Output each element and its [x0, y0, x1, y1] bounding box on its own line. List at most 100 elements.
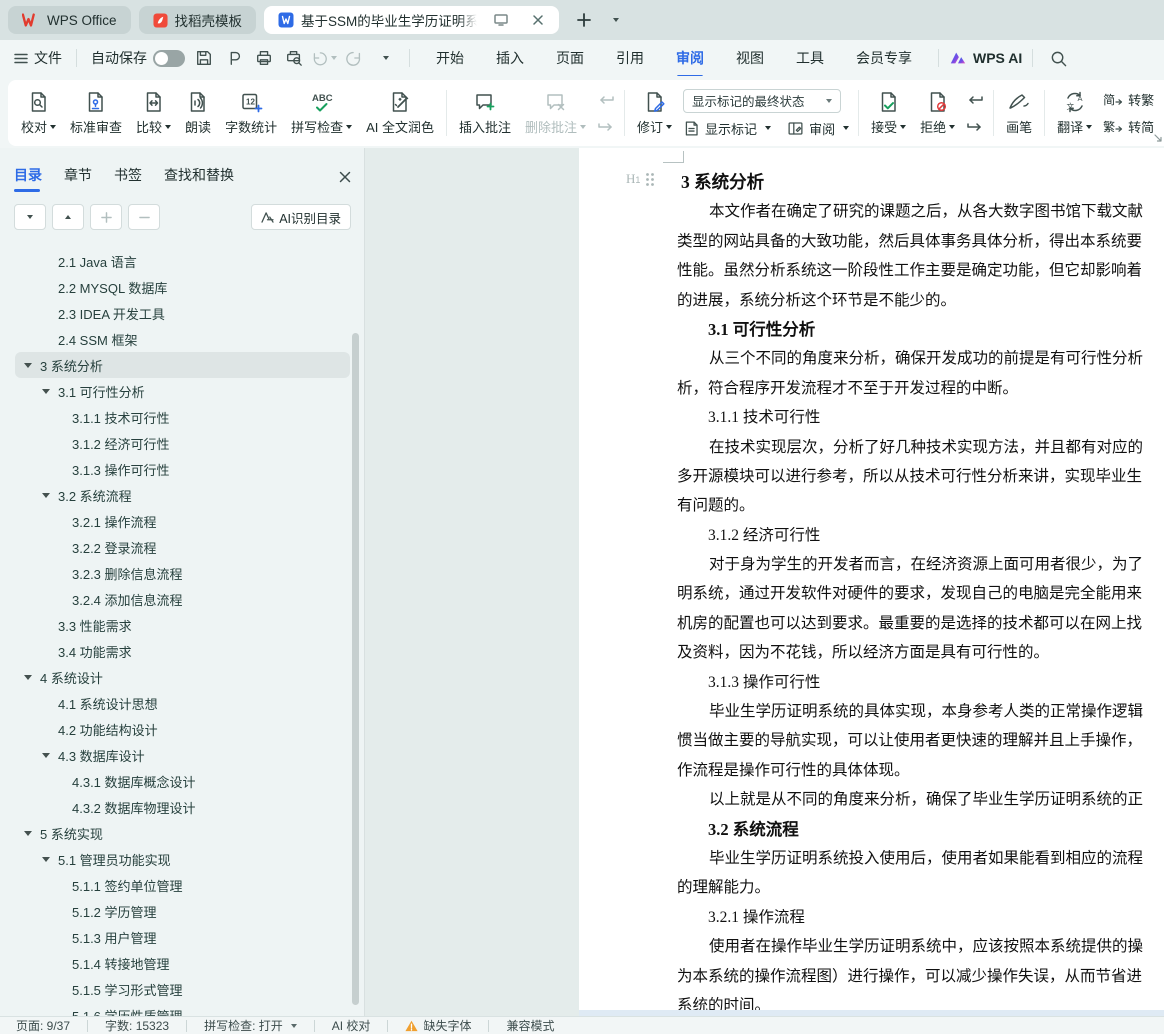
toc-item[interactable]: 4.3.1 数据库概念设计 [0, 768, 365, 794]
sidebar-close-icon[interactable] [339, 171, 351, 183]
toc-caret-icon[interactable] [42, 857, 58, 862]
toc-item[interactable]: 3 系统分析 [15, 352, 350, 378]
doc-line[interactable]: 有问题的。 [677, 491, 1164, 520]
doc-line[interactable]: 本文作者在确定了研究的课题之后，从各大数字图书馆下载文献 [709, 197, 1164, 226]
doc-line[interactable]: 作流程是操作可行性的具体体现。 [677, 756, 1164, 785]
doc-line[interactable]: 类型的网站具备的大致功能，然后具体事务具体分析，得出本系统要 [677, 227, 1164, 256]
menu-tab[interactable]: 审阅 [674, 44, 706, 72]
sidebar-scrollbar[interactable] [352, 333, 359, 1005]
toc-caret-icon[interactable] [24, 675, 40, 680]
group-dialog-launcher-icon[interactable] [1154, 134, 1162, 142]
standard-review-button[interactable]: 标准审查 [63, 87, 129, 139]
toc-item[interactable]: 3.2.3 删除信息流程 [0, 560, 365, 586]
doc-line[interactable]: 3.2 系统流程 [708, 815, 1164, 844]
ink-pen-button[interactable]: 画笔 [999, 87, 1039, 139]
proofread-button[interactable]: 校对 [14, 87, 63, 139]
toc-item[interactable]: 3.1.2 经济可行性 [0, 430, 365, 456]
toc-item[interactable]: 4.3 数据库设计 [0, 742, 365, 768]
toc-item[interactable]: 4.1 系统设计思想 [0, 690, 365, 716]
doc-line[interactable]: 为本系统的操作流程图）进行操作，可以减少操作失误，从而节省进 [677, 962, 1164, 991]
toc-item[interactable]: 5.1.5 学习形式管理 [0, 976, 365, 1002]
menu-tab[interactable]: 插入 [494, 44, 526, 72]
sidebar-tab-chapters[interactable]: 章节 [64, 165, 92, 189]
compatibility-mode-indicator[interactable]: 兼容模式 [502, 1017, 558, 1034]
tab-document[interactable]: 基于SSM的毕业生学历证明系 [264, 6, 559, 34]
toc-item[interactable]: 3.1.3 操作可行性 [0, 456, 365, 482]
toc-item[interactable]: 5.1.3 用户管理 [0, 924, 365, 950]
previous-revision-icon[interactable] [966, 95, 984, 109]
autosave-switch-icon[interactable] [153, 50, 185, 67]
autosave-toggle[interactable]: 自动保存 [87, 48, 189, 68]
doc-line[interactable]: 3.1.3 操作可行性 [708, 668, 1164, 697]
tab-close-icon[interactable] [525, 7, 551, 33]
toc-item[interactable]: 3.2.4 添加信息流程 [0, 586, 365, 612]
toc-item[interactable]: 3.1.1 技术可行性 [0, 404, 365, 430]
toc-caret-icon[interactable] [24, 363, 40, 368]
toc-previous-heading-button[interactable] [52, 204, 84, 230]
toc-item[interactable]: 2.2 MYSQL 数据库 [0, 274, 365, 300]
doc-line[interactable]: 使用者在操作毕业生学历证明系统中，应该按照本系统提供的操 [709, 932, 1164, 961]
toc-item[interactable]: 4.2 功能结构设计 [0, 716, 365, 742]
menu-tab[interactable]: 页面 [554, 44, 586, 72]
doc-line[interactable]: 对于身为学生的开发者而言，在经济资源上面可用者很少，为了 [709, 550, 1164, 579]
toc-item[interactable]: 5.1 管理员功能实现 [0, 846, 365, 872]
toc-item[interactable]: 5.1.6 学历性质管理 [0, 1002, 365, 1016]
simplified-to-traditional-button[interactable]: 简 转繁 [1103, 90, 1154, 109]
doc-line[interactable]: 以上就是从不同的角度来分析，确保了毕业生学历证明系统的正 [709, 785, 1164, 814]
compare-button[interactable]: 比较 [129, 87, 178, 139]
doc-line[interactable]: 毕业生学历证明系统的具体实现，本身参考人类的正常操作逻辑 [709, 697, 1164, 726]
sidebar-tab-find-replace[interactable]: 查找和替换 [164, 165, 234, 189]
doc-line[interactable]: 3.2.1 操作流程 [708, 903, 1164, 932]
ai-detect-toc-button[interactable]: AI识别目录 [251, 204, 351, 230]
save-icon[interactable] [191, 46, 217, 70]
toc-item[interactable]: 3.4 功能需求 [0, 638, 365, 664]
tab-list-caret[interactable] [601, 7, 627, 33]
tab-wps-office[interactable]: WPS Office [8, 6, 131, 34]
doc-line[interactable]: 及资料，因为不花钱，所以经济方面是具有可行性的。 [677, 638, 1164, 667]
doc-line[interactable]: 多开源模块可以进行参考，所以从技术可行性分析来讲，实现毕业生 [677, 462, 1164, 491]
toc-item[interactable]: 5.1.4 转接地管理 [0, 950, 365, 976]
accept-revision-button[interactable]: 接受 [864, 87, 913, 139]
doc-line[interactable]: 毕业生学历证明系统投入使用后，使用者如果能看到相应的流程 [709, 844, 1164, 873]
toc-item[interactable]: 5 系统实现 [0, 820, 365, 846]
doc-line[interactable]: 在技术实现层次，分析了好几种技术实现方法，并且都有对应的 [709, 433, 1164, 462]
doc-line[interactable]: 的进展，系统分析这个环节是不能少的。 [677, 286, 1164, 315]
document-page[interactable]: H1 3 系统分析本文作者在确定了研究的课题之后，从各大数字图书馆下载文献类型的… [579, 148, 1164, 1010]
toc-item[interactable]: 3.3 性能需求 [0, 612, 365, 638]
read-aloud-button[interactable]: 朗读 [178, 87, 218, 139]
print-preview-icon[interactable] [281, 46, 307, 70]
markup-state-dropdown[interactable]: 显示标记的最终状态 [683, 89, 841, 113]
toc-item[interactable]: 5.1.2 学历管理 [0, 898, 365, 924]
new-tab-button[interactable] [571, 7, 597, 33]
toc-item[interactable]: 3.2.2 登录流程 [0, 534, 365, 560]
doc-line[interactable]: 3 系统分析 [681, 168, 1164, 197]
toc-caret-icon[interactable] [42, 493, 58, 498]
doc-line[interactable]: 明系统，通过开发软件对硬件的要求，发现自己的电脑是完全能用来 [677, 579, 1164, 608]
translate-button[interactable]: 文A 翻译 [1050, 87, 1099, 139]
ai-polish-button[interactable]: AI 全文润色 [359, 87, 441, 139]
toc-caret-icon[interactable] [24, 831, 40, 836]
word-count-button[interactable]: 12 字数统计 [218, 87, 284, 139]
doc-line[interactable]: 从三个不同的角度来分析，确保开发成功的前提是有可行性分析 [709, 344, 1164, 373]
review-pane-button[interactable]: 审阅 [787, 119, 849, 138]
track-changes-button[interactable]: 修订 [630, 87, 679, 139]
menu-tab[interactable]: 开始 [434, 44, 466, 72]
sidebar-tab-toc[interactable]: 目录 [14, 165, 42, 189]
spell-check-button[interactable]: ABC 拼写检查 [284, 87, 359, 139]
toc-item[interactable]: 3.1 可行性分析 [0, 378, 365, 404]
toc-item[interactable]: 4.3.2 数据库物理设计 [0, 794, 365, 820]
doc-line[interactable]: 机房的配置也可以达到要求。最重要的是选择的技术都可以在网上找 [677, 609, 1164, 638]
search-icon[interactable] [1045, 46, 1071, 70]
doc-line[interactable]: 的理解能力。 [677, 873, 1164, 902]
spellcheck-indicator[interactable]: 拼写检查: 打开 [200, 1017, 301, 1034]
quickbar-more-caret[interactable] [371, 46, 397, 70]
toc-item[interactable]: 2.3 IDEA 开发工具 [0, 300, 365, 326]
toc-caret-icon[interactable] [42, 389, 58, 394]
menu-tab[interactable]: 会员专享 [854, 44, 914, 72]
ai-proofread-indicator[interactable]: AI 校对 [328, 1017, 375, 1034]
toc-item[interactable]: 2.1 Java 语言 [0, 248, 365, 274]
doc-line[interactable]: 3.1.1 技术可行性 [708, 403, 1164, 432]
document-text[interactable]: 3 系统分析本文作者在确定了研究的课题之后，从各大数字图书馆下载文献类型的网站具… [579, 148, 1164, 1010]
wps-ai-button[interactable]: WPS AI [949, 50, 1022, 66]
doc-line[interactable]: 3.1 可行性分析 [708, 315, 1164, 344]
